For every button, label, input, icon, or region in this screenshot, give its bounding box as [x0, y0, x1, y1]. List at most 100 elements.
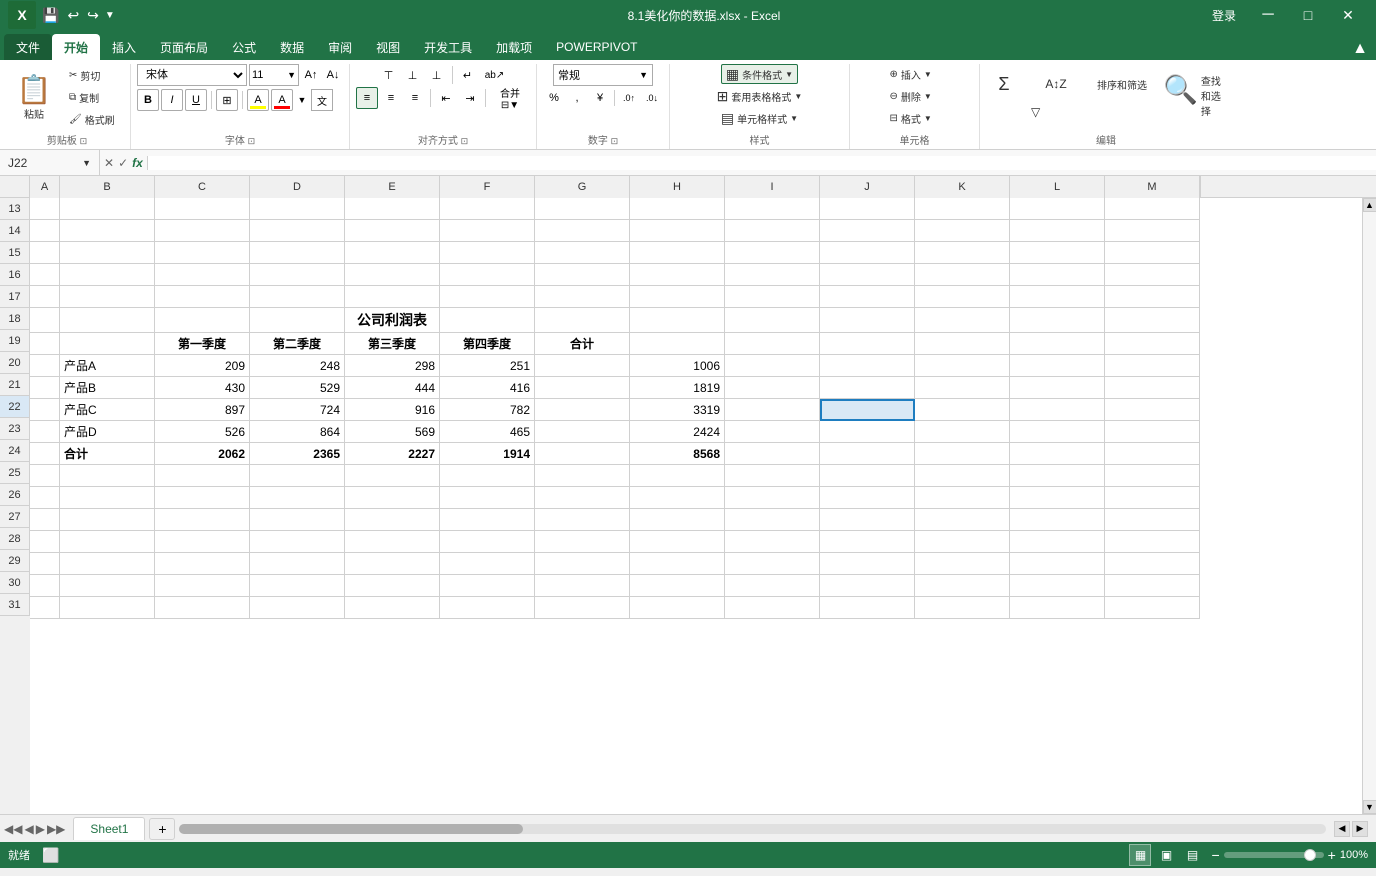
cell-G30[interactable]	[535, 575, 630, 597]
zoom-slider[interactable]	[1224, 852, 1324, 858]
cell-F22[interactable]: 782	[440, 399, 535, 421]
cell-I23[interactable]	[725, 421, 820, 443]
cell-A27[interactable]	[30, 509, 60, 531]
cell-M16[interactable]	[1105, 264, 1200, 286]
cell-K17[interactable]	[915, 286, 1010, 308]
scroll-right-button[interactable]: ▶	[1352, 821, 1368, 837]
clipboard-expand-icon[interactable]: ⊡	[80, 136, 88, 146]
cell-M29[interactable]	[1105, 553, 1200, 575]
cell-B17[interactable]	[60, 286, 155, 308]
cell-E21[interactable]: 444	[345, 377, 440, 399]
align-top-button[interactable]: ⊤	[378, 64, 400, 86]
cell-C24[interactable]: 2062	[155, 443, 250, 465]
cell-H24[interactable]: 8568	[630, 443, 725, 465]
format-button[interactable]: ⊟ 格式 ▼	[885, 108, 945, 128]
cell-L30[interactable]	[1010, 575, 1105, 597]
cell-F24[interactable]: 1914	[440, 443, 535, 465]
cell-B24[interactable]: 合计	[60, 443, 155, 465]
cell-M30[interactable]	[1105, 575, 1200, 597]
cell-H26[interactable]	[630, 487, 725, 509]
cell-B29[interactable]	[60, 553, 155, 575]
cell-E17[interactable]	[345, 286, 440, 308]
cell-M25[interactable]	[1105, 465, 1200, 487]
cell-L18[interactable]	[1010, 308, 1105, 333]
cell-I20[interactable]	[725, 355, 820, 377]
confirm-formula-button[interactable]: ✓	[118, 156, 128, 170]
col-header-D[interactable]: D	[250, 176, 345, 198]
cell-F23[interactable]: 465	[440, 421, 535, 443]
tab-formulas[interactable]: 公式	[220, 34, 268, 60]
cell-M21[interactable]	[1105, 377, 1200, 399]
decrease-decimal-button[interactable]: .0↓	[641, 88, 663, 108]
insert-function-button[interactable]: fx	[132, 156, 143, 170]
cancel-formula-button[interactable]: ✕	[104, 156, 114, 170]
tab-data[interactable]: 数据	[268, 34, 316, 60]
insert-dropdown-icon[interactable]: ▼	[924, 70, 932, 79]
cell-G27[interactable]	[535, 509, 630, 531]
cell-G18[interactable]	[535, 308, 630, 333]
cell-B15[interactable]	[60, 242, 155, 264]
align-right-button[interactable]: ≡	[404, 87, 426, 109]
cell-C18[interactable]	[155, 308, 250, 333]
number-format-dropdown-icon[interactable]: ▼	[639, 70, 648, 80]
bold-button[interactable]: B	[137, 89, 159, 111]
percent-button[interactable]: %	[543, 88, 565, 108]
cell-B31[interactable]	[60, 597, 155, 619]
cell-H15[interactable]	[630, 242, 725, 264]
cell-E19[interactable]: 第三季度	[345, 333, 440, 355]
cell-J13[interactable]	[820, 198, 915, 220]
cell-G23[interactable]	[535, 421, 630, 443]
maximize-button[interactable]: □	[1288, 0, 1328, 30]
cell-L15[interactable]	[1010, 242, 1105, 264]
cell-J22[interactable]	[820, 399, 915, 421]
cell-E24[interactable]: 2227	[345, 443, 440, 465]
cell-J17[interactable]	[820, 286, 915, 308]
cell-I19[interactable]	[725, 333, 820, 355]
row-header-22[interactable]: 22	[0, 396, 30, 418]
font-family-select[interactable]: 宋体	[137, 64, 247, 86]
minimize-button[interactable]: ─	[1248, 0, 1288, 30]
cell-D22[interactable]: 724	[250, 399, 345, 421]
cell-A28[interactable]	[30, 531, 60, 553]
cell-L16[interactable]	[1010, 264, 1105, 286]
undo-quickaccess[interactable]: ↩	[65, 5, 81, 26]
sheet-tab-sheet1[interactable]: Sheet1	[73, 817, 145, 840]
row-header-24[interactable]: 24	[0, 440, 30, 462]
cell-C17[interactable]	[155, 286, 250, 308]
add-sheet-button[interactable]: +	[149, 818, 175, 840]
cell-B13[interactable]	[60, 198, 155, 220]
paste-button[interactable]: 📋 粘贴	[10, 65, 58, 129]
font-size-dropdown-icon[interactable]: ▼	[287, 70, 296, 80]
cell-L21[interactable]	[1010, 377, 1105, 399]
cell-A20[interactable]	[30, 355, 60, 377]
font-size-select[interactable]: 11 ▼	[249, 64, 299, 86]
cell-A13[interactable]	[30, 198, 60, 220]
cell-J21[interactable]	[820, 377, 915, 399]
sheet-next-button[interactable]: ▶	[36, 822, 45, 836]
table-fmt-dropdown-icon[interactable]: ▼	[794, 92, 802, 101]
cell-H25[interactable]	[630, 465, 725, 487]
cell-D26[interactable]	[250, 487, 345, 509]
cell-J24[interactable]	[820, 443, 915, 465]
cell-G21[interactable]	[535, 377, 630, 399]
cell-E20[interactable]: 298	[345, 355, 440, 377]
row-header-27[interactable]: 27	[0, 506, 30, 528]
cell-M17[interactable]	[1105, 286, 1200, 308]
cell-G19[interactable]: 合计	[535, 333, 630, 355]
cell-M24[interactable]	[1105, 443, 1200, 465]
borders-button[interactable]: ⊞	[216, 89, 238, 111]
cell-A30[interactable]	[30, 575, 60, 597]
cell-D31[interactable]	[250, 597, 345, 619]
cond-fmt-dropdown-icon[interactable]: ▼	[785, 70, 793, 79]
cell-C23[interactable]: 526	[155, 421, 250, 443]
align-bottom-button[interactable]: ⊥	[426, 64, 448, 86]
cell-G28[interactable]	[535, 531, 630, 553]
delete-dropdown-icon[interactable]: ▼	[924, 92, 932, 101]
page-layout-view-button[interactable]: ▣	[1155, 844, 1177, 866]
row-header-29[interactable]: 29	[0, 550, 30, 572]
cell-C22[interactable]: 897	[155, 399, 250, 421]
cell-I14[interactable]	[725, 220, 820, 242]
cell-E27[interactable]	[345, 509, 440, 531]
cell-L20[interactable]	[1010, 355, 1105, 377]
cell-K21[interactable]	[915, 377, 1010, 399]
